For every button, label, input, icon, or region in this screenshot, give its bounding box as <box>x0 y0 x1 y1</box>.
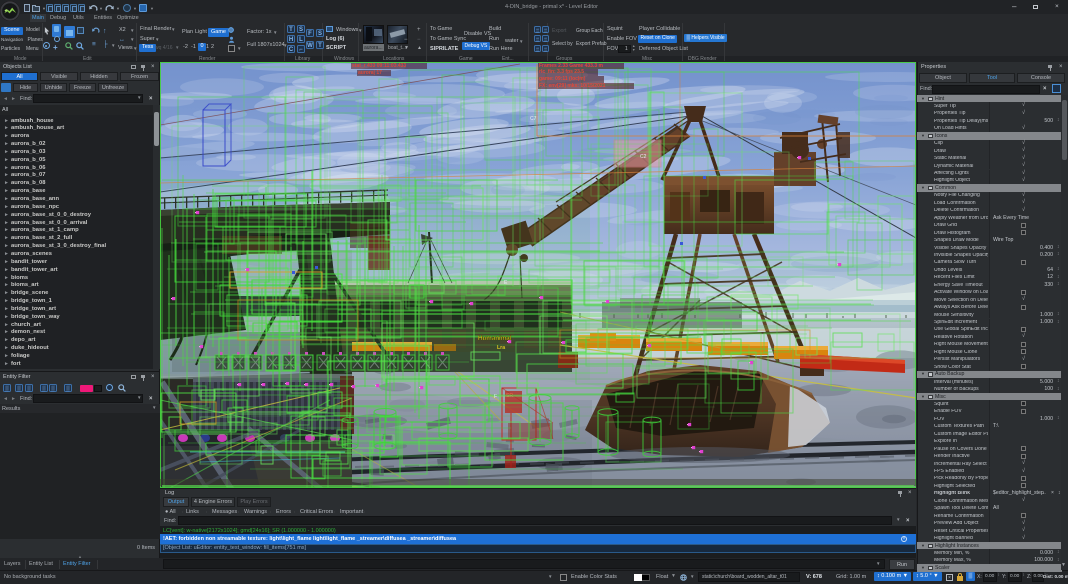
svg-text:Humanimal: Humanimal <box>478 335 512 342</box>
svg-text:Lra: Lra <box>497 345 505 351</box>
svg-text:C2: C2 <box>640 154 647 160</box>
svg-text:C7: C7 <box>530 116 537 122</box>
svg-text:F: F <box>494 394 497 400</box>
